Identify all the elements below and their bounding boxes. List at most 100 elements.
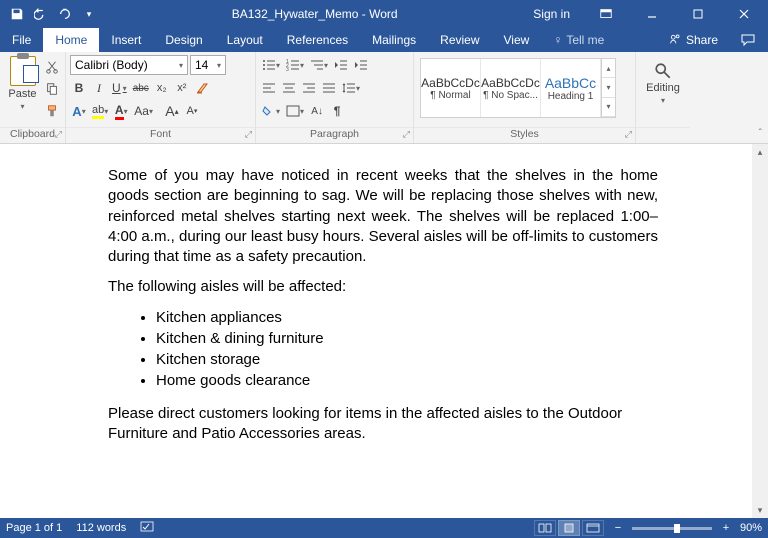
- editing-button[interactable]: Editing ▾: [640, 55, 686, 111]
- qat-customize-icon[interactable]: ▾: [78, 3, 100, 25]
- list-item[interactable]: Kitchen storage: [156, 350, 658, 370]
- increase-indent-icon[interactable]: [352, 55, 370, 75]
- font-name-combo[interactable]: Calibri (Body)▾: [70, 55, 188, 75]
- align-left-icon[interactable]: [260, 78, 278, 98]
- line-spacing-icon[interactable]: ▾: [340, 78, 362, 98]
- bold-button[interactable]: B: [70, 78, 88, 98]
- spellcheck-icon[interactable]: [140, 521, 156, 536]
- sign-in-link[interactable]: Sign in: [523, 7, 580, 21]
- tab-review[interactable]: Review: [428, 28, 491, 52]
- styles-launcher-icon[interactable]: ⤢: [625, 129, 632, 140]
- zoom-out-button[interactable]: −: [612, 522, 624, 534]
- lightbulb-icon: ♀: [553, 33, 562, 47]
- font-color-icon[interactable]: A▾: [112, 101, 130, 121]
- list-item[interactable]: Kitchen & dining furniture: [156, 329, 658, 349]
- show-hide-icon[interactable]: ¶: [328, 101, 346, 121]
- share-icon: [668, 32, 682, 49]
- shrink-font-button[interactable]: A▾: [183, 101, 201, 121]
- paragraph-launcher-icon[interactable]: ⤢: [403, 129, 410, 140]
- collapse-ribbon-icon[interactable]: ˆ: [759, 128, 762, 139]
- titlebar: ▾ BA132_Hywater_Memo - Word Sign in: [0, 0, 768, 28]
- undo-icon[interactable]: [30, 3, 52, 25]
- cut-icon[interactable]: [43, 57, 61, 77]
- zoom-thumb[interactable]: [674, 524, 680, 533]
- shading-icon[interactable]: ▾: [260, 101, 282, 121]
- sort-icon[interactable]: A↓: [308, 101, 326, 121]
- editing-group-label: [636, 127, 690, 143]
- borders-icon[interactable]: ▾: [284, 101, 306, 121]
- close-button[interactable]: [724, 0, 764, 28]
- numbering-icon[interactable]: 123▾: [284, 55, 306, 75]
- grow-font-button[interactable]: A▴: [163, 101, 181, 121]
- underline-button[interactable]: U▾: [110, 78, 129, 98]
- style-name: Heading 1: [548, 91, 594, 102]
- align-right-icon[interactable]: [300, 78, 318, 98]
- body-paragraph[interactable]: Some of you may have noticed in recent w…: [108, 166, 658, 267]
- ribbon: Paste ▾ Clipboard⤢ Calibri (Body)▾ 14▾ B…: [0, 52, 768, 144]
- tab-home[interactable]: Home: [43, 28, 99, 52]
- multilevel-list-icon[interactable]: ▾: [308, 55, 330, 75]
- strikethrough-button[interactable]: abc: [131, 78, 151, 98]
- format-painter-icon[interactable]: [43, 101, 61, 121]
- body-paragraph[interactable]: Please direct customers looking for item…: [108, 404, 658, 445]
- tab-insert[interactable]: Insert: [99, 28, 153, 52]
- group-font: Calibri (Body)▾ 14▾ B I U▾ abc x₂ x² A▾ …: [66, 52, 256, 143]
- style-heading1[interactable]: AaBbCc Heading 1: [541, 59, 601, 117]
- web-layout-icon[interactable]: [582, 520, 604, 536]
- scroll-down-icon[interactable]: ▾: [752, 502, 768, 518]
- tab-file[interactable]: File: [0, 28, 43, 52]
- styles-label: Styles⤢: [414, 127, 635, 143]
- save-icon[interactable]: [6, 3, 28, 25]
- vertical-scrollbar[interactable]: ▴ ▾: [752, 144, 768, 518]
- font-launcher-icon[interactable]: ⤢: [245, 129, 252, 140]
- minimize-button[interactable]: [632, 0, 672, 28]
- tab-design[interactable]: Design: [153, 28, 214, 52]
- style-preview: AaBbCcDc: [421, 76, 480, 90]
- list-item[interactable]: Home goods clearance: [156, 371, 658, 391]
- redo-icon[interactable]: [54, 3, 76, 25]
- print-layout-icon[interactable]: [558, 520, 580, 536]
- bullet-list[interactable]: Kitchen appliances Kitchen & dining furn…: [156, 308, 658, 392]
- decrease-indent-icon[interactable]: [332, 55, 350, 75]
- tab-references[interactable]: References: [275, 28, 360, 52]
- read-mode-icon[interactable]: [534, 520, 556, 536]
- clipboard-launcher-icon[interactable]: ⤢: [55, 129, 62, 140]
- highlight-icon[interactable]: ab▾: [90, 101, 110, 121]
- document-area[interactable]: Some of you may have noticed in recent w…: [0, 144, 768, 518]
- page-indicator[interactable]: Page 1 of 1: [6, 522, 62, 534]
- styles-gallery[interactable]: AaBbCcDc ¶ Normal AaBbCcDc ¶ No Spac... …: [420, 58, 616, 118]
- share-button[interactable]: Share: [658, 32, 728, 49]
- word-count[interactable]: 112 words: [76, 522, 126, 534]
- list-item[interactable]: Kitchen appliances: [156, 308, 658, 328]
- tab-mailings[interactable]: Mailings: [360, 28, 428, 52]
- body-paragraph[interactable]: The following aisles will be affected:: [108, 277, 658, 297]
- align-center-icon[interactable]: [280, 78, 298, 98]
- italic-button[interactable]: I: [90, 78, 108, 98]
- font-size-combo[interactable]: 14▾: [190, 55, 226, 75]
- zoom-in-button[interactable]: +: [720, 522, 732, 534]
- change-case-button[interactable]: Aa▾: [132, 101, 155, 121]
- text-effects-icon[interactable]: A▾: [70, 101, 88, 121]
- tab-layout[interactable]: Layout: [215, 28, 275, 52]
- copy-icon[interactable]: [43, 79, 61, 99]
- paste-button[interactable]: Paste ▾: [4, 55, 41, 111]
- clear-formatting-icon[interactable]: [193, 78, 211, 98]
- styles-gallery-more[interactable]: ▴▾▾: [601, 59, 615, 117]
- superscript-button[interactable]: x²: [173, 78, 191, 98]
- scroll-up-icon[interactable]: ▴: [752, 144, 768, 160]
- page-content[interactable]: Some of you may have noticed in recent w…: [0, 144, 768, 474]
- tell-me-search[interactable]: ♀ Tell me: [541, 28, 616, 52]
- tab-view[interactable]: View: [492, 28, 542, 52]
- zoom-slider[interactable]: [632, 527, 712, 530]
- ribbon-display-icon[interactable]: [586, 0, 626, 28]
- subscript-button[interactable]: x₂: [153, 78, 171, 98]
- share-label: Share: [686, 33, 718, 47]
- bullets-icon[interactable]: ▾: [260, 55, 282, 75]
- maximize-button[interactable]: [678, 0, 718, 28]
- justify-icon[interactable]: [320, 78, 338, 98]
- comments-icon[interactable]: [728, 26, 768, 54]
- zoom-level[interactable]: 90%: [740, 522, 762, 534]
- style-no-spacing[interactable]: AaBbCcDc ¶ No Spac...: [481, 59, 541, 117]
- style-normal[interactable]: AaBbCcDc ¶ Normal: [421, 59, 481, 117]
- document-title: BA132_Hywater_Memo - Word: [106, 7, 523, 21]
